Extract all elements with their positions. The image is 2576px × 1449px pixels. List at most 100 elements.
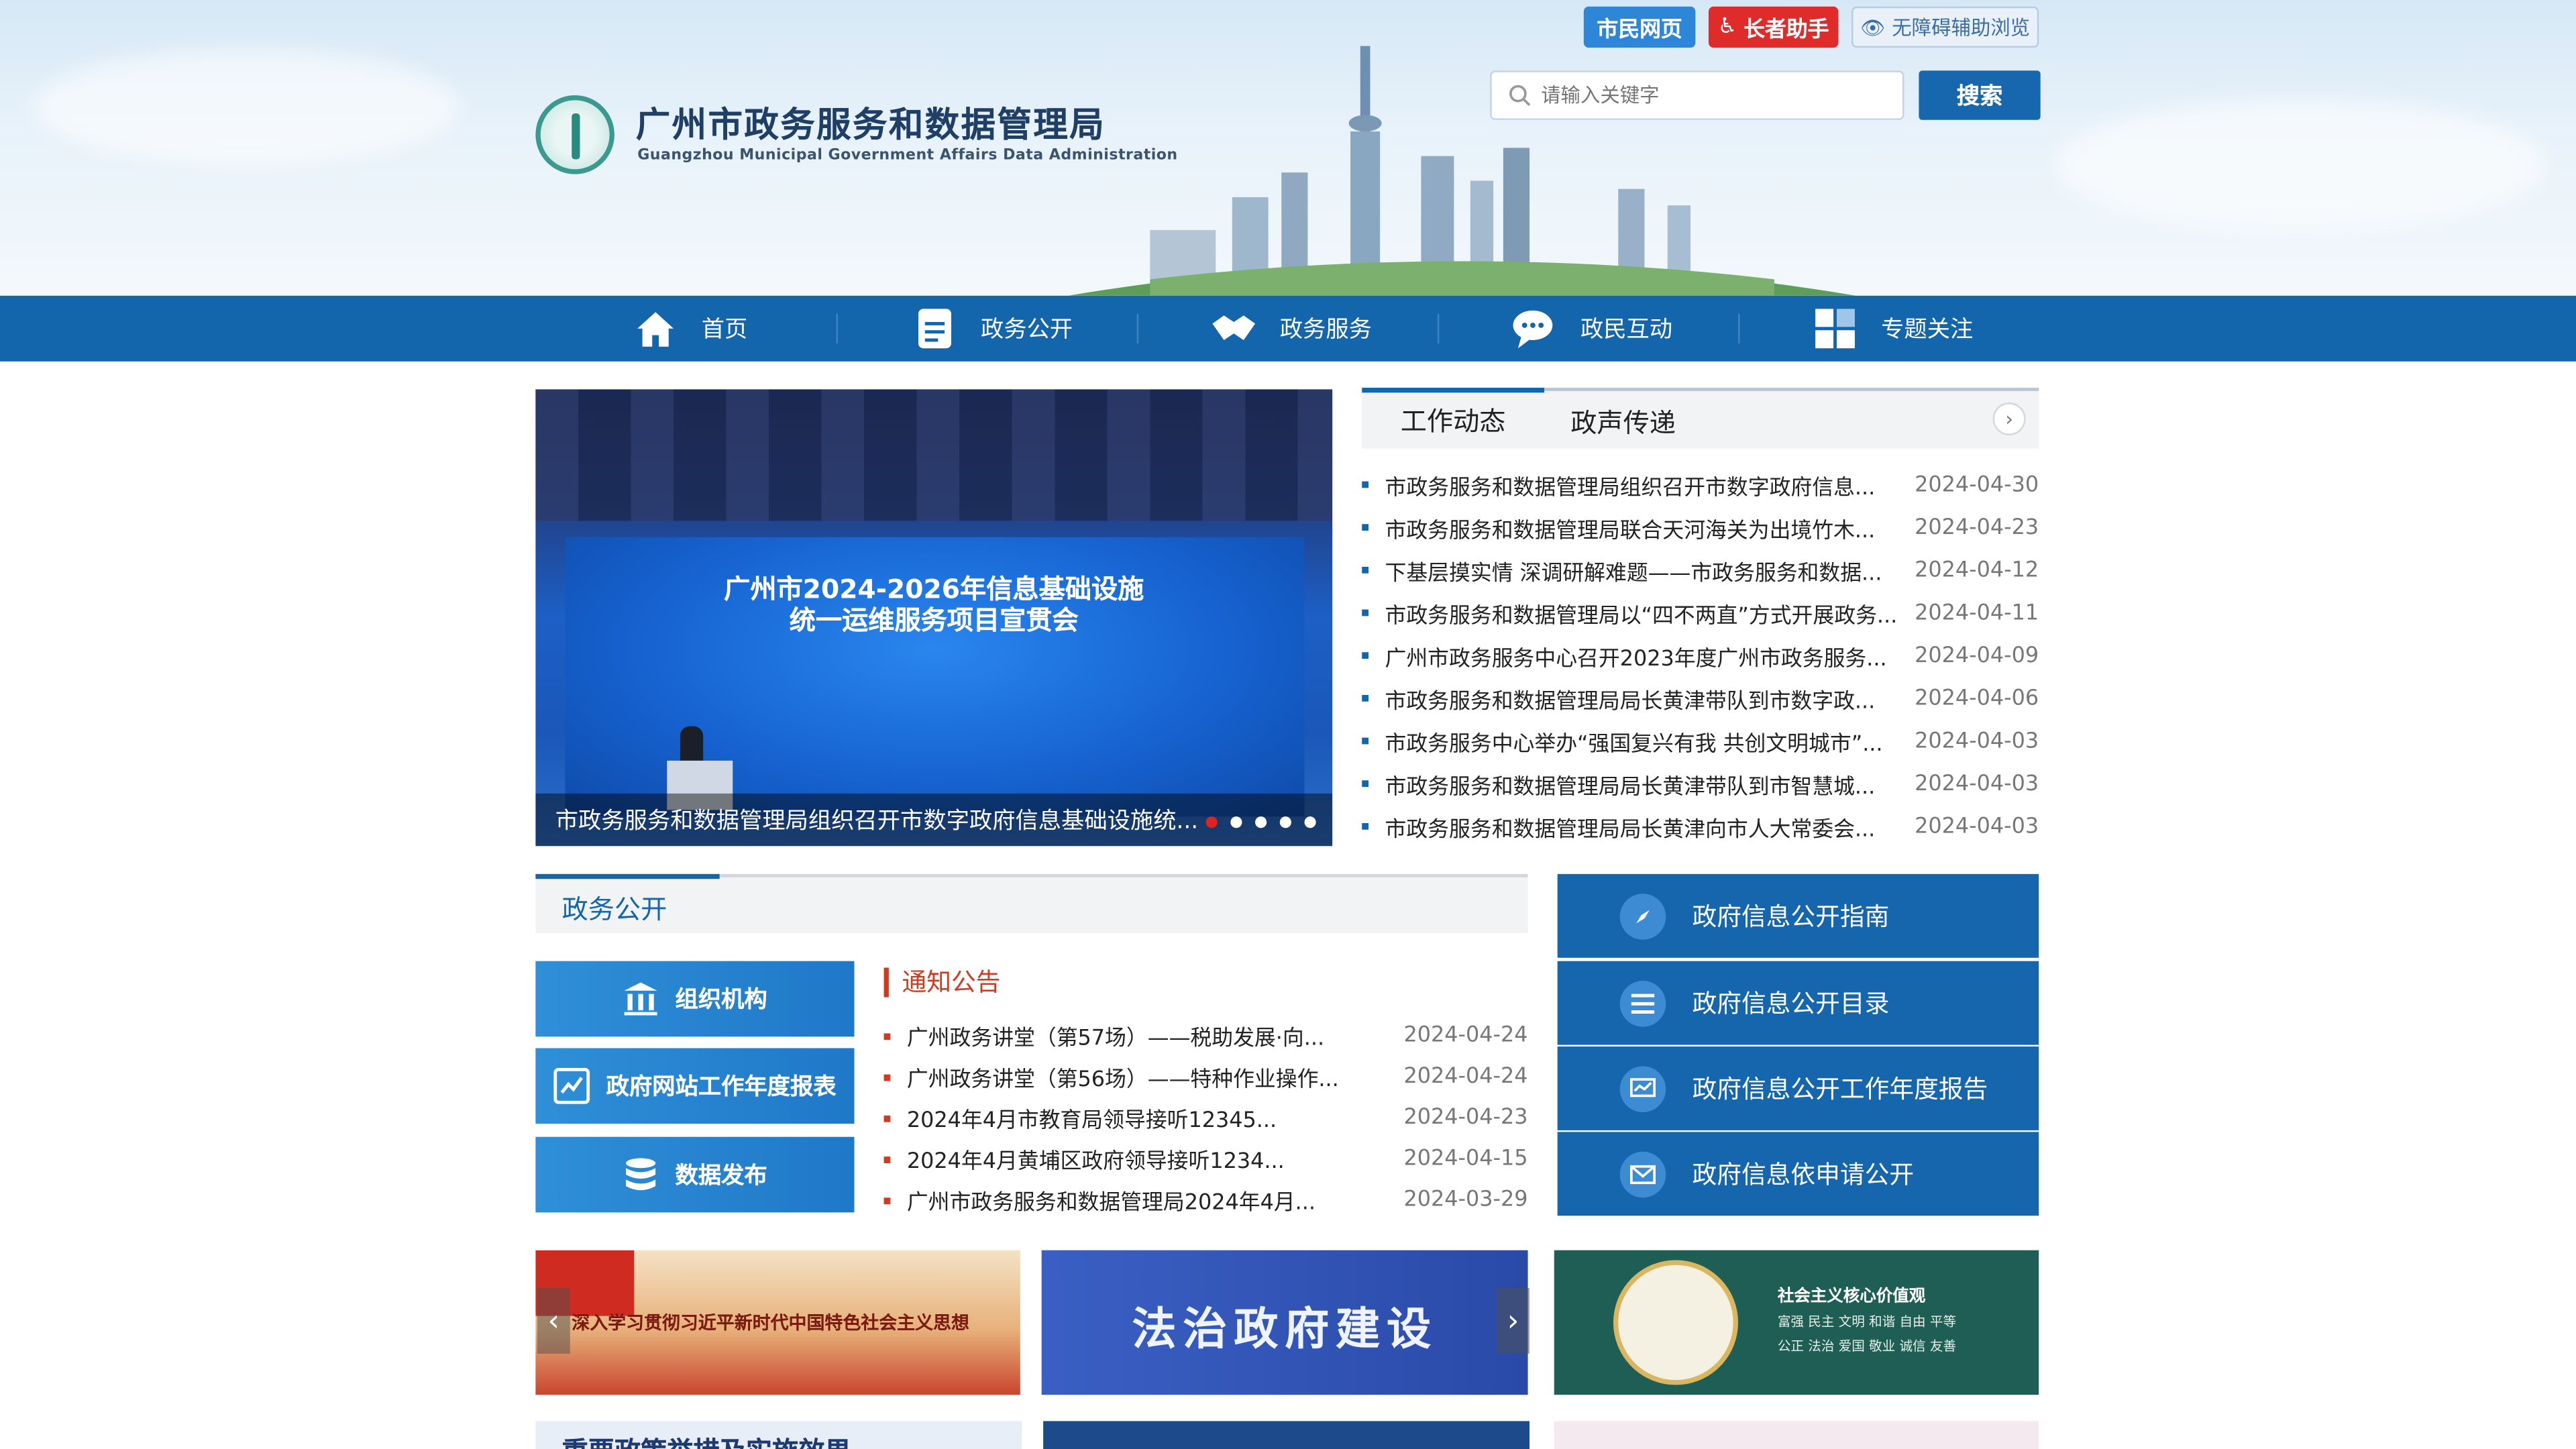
- organization-button[interactable]: 组织机构: [535, 961, 855, 1037]
- nav-divider: [1136, 313, 1139, 343]
- news-title[interactable]: 下基层摸实情 深调研解难题——市政务服务和数据...: [1385, 555, 1911, 586]
- news-date: 2024-04-11: [1915, 600, 2039, 625]
- info-request-link[interactable]: 政府信息依申请公开: [1557, 1132, 2039, 1216]
- core-values-banner[interactable]: 社会主义核心价值观 富强 民主 文明 和谐 自由 平等 公正 法治 爱国 敬业 …: [1554, 1250, 2039, 1395]
- tab-work-news[interactable]: 工作动态: [1362, 387, 1545, 445]
- carousel-dot[interactable]: [1230, 816, 1242, 828]
- elderly-assistant-label: 长者助手: [1743, 17, 1829, 43]
- accessibility-button[interactable]: 👁 无障碍辅助浏览: [1851, 6, 2039, 48]
- policy-banner[interactable]: 重要政策举措及实施效果: [535, 1421, 1022, 1449]
- news-date: 2024-04-30: [1915, 472, 2039, 497]
- promo-banner[interactable]: [1554, 1421, 2039, 1449]
- list-item[interactable]: 市政务服务和数据管理局局长黄津带队到市数字政... 2024-04-06: [1362, 677, 2039, 720]
- notice-item-title[interactable]: 广州政务讲堂（第57场）——税助发展·向...: [907, 1020, 1324, 1052]
- list-item[interactable]: 市政务服务和数据管理局联合天河海关为出境竹木... 2024-04-23: [1362, 506, 2039, 549]
- compass-icon: [1619, 893, 1666, 939]
- nav-special-topics[interactable]: 专题关注: [1812, 296, 1973, 362]
- news-title[interactable]: 市政务服务和数据管理局联合天河海关为出境竹木...: [1385, 512, 1911, 543]
- news-date: 2024-04-03: [1915, 814, 2039, 839]
- banner-3-title: 社会主义核心价值观: [1777, 1288, 1926, 1306]
- monitor-chart-icon: [1619, 1065, 1666, 1112]
- carousel-dot[interactable]: [1255, 816, 1267, 828]
- carousel-dot[interactable]: [1279, 816, 1291, 828]
- bullet: [1362, 737, 1369, 745]
- tab-policy-voice[interactable]: 政声传递: [1570, 391, 1676, 449]
- government-emblem-logo: [535, 95, 614, 174]
- list-item[interactable]: 广州市政务服务和数据管理局2024年4月... 2024-03-29: [883, 1179, 1528, 1220]
- organization-label: 组织机构: [675, 987, 767, 1014]
- bullet: [1362, 822, 1369, 830]
- list-item[interactable]: 下基层摸实情 深调研解难题——市政务服务和数据... 2024-04-12: [1362, 549, 2039, 592]
- elderly-assistant-button[interactable]: ♿ 长者助手: [1708, 6, 1839, 48]
- list-item[interactable]: 2024年4月黄埔区政府领导接听1234... 2024-04-15: [883, 1138, 1528, 1179]
- bullet: [1362, 780, 1369, 788]
- news-date: 2024-04-03: [1915, 771, 2039, 796]
- news-title[interactable]: 市政务服务中心举办“强国复兴有我 共创文明城市”...: [1385, 725, 1911, 757]
- notice-item-title[interactable]: 广州市政务服务和数据管理局2024年4月...: [907, 1185, 1316, 1216]
- list-item[interactable]: 广州市政务服务中心召开2023年度广州市政务服务... 2024-04-09: [1362, 634, 2039, 677]
- news-title[interactable]: 市政务服务和数据管理局局长黄津向市人大常委会...: [1385, 811, 1911, 842]
- news-list: 市政务服务和数据管理局组织召开市数字政府信息... 2024-04-30 市政务服…: [1362, 464, 2039, 848]
- main-navigation: 首页 政务公开 政务服务 政民互动 专题关注: [0, 295, 2576, 362]
- list-item[interactable]: 市政务服务和数据管理局局长黄津向市人大常委会... 2024-04-03: [1362, 805, 2039, 848]
- list-icon: [1619, 979, 1666, 1026]
- nav-special-topics-label: 专题关注: [1881, 317, 1974, 343]
- bridge-medallion-image: [1613, 1260, 1739, 1385]
- list-item[interactable]: 市政务服务和数据管理局以“四不两直”方式开展政务... 2024-04-11: [1362, 592, 2039, 635]
- news-date: 2024-04-03: [1915, 729, 2039, 753]
- data-release-label: 数据发布: [675, 1163, 767, 1190]
- notice-date: 2024-04-24: [1403, 1023, 1528, 1049]
- list-item[interactable]: 市政务服务和数据管理局组织召开市数字政府信息... 2024-04-30: [1362, 464, 2039, 506]
- info-disclosure-annual-report-link[interactable]: 政府信息公开工作年度报告: [1557, 1046, 2039, 1130]
- site-subtitle: Guangzhou Municipal Government Affairs D…: [637, 148, 1178, 164]
- bullet: [1362, 566, 1369, 574]
- chevron-left-icon[interactable]: ‹: [537, 1288, 570, 1354]
- nav-home[interactable]: 首页: [633, 296, 747, 362]
- notice-list: 广州政务讲堂（第57场）——税助发展·向... 2024-04-24 广州政务讲堂…: [883, 1015, 1528, 1220]
- cloud-decoration: [2053, 98, 2546, 230]
- news-date: 2024-04-23: [1915, 515, 2039, 540]
- news-title[interactable]: 市政务服务和数据管理局组织召开市数字政府信息...: [1385, 469, 1911, 500]
- notice-item-title[interactable]: 广州政务讲堂（第56场）——特种作业操作...: [907, 1061, 1339, 1093]
- bullet: [1362, 652, 1369, 659]
- stage-lights-image: [535, 389, 1333, 521]
- notice-item-title[interactable]: 2024年4月黄埔区政府领导接听1234...: [907, 1144, 1285, 1175]
- carousel-dot[interactable]: [1205, 816, 1218, 828]
- news-carousel[interactable]: 广州市2024-2026年信息基础设施 统一运维服务项目宣贯会 市政务服务和数据…: [535, 389, 1333, 847]
- banner-4-text: 重要政策举措及实施效果: [562, 1430, 851, 1449]
- list-item[interactable]: 广州政务讲堂（第56场）——特种作业操作... 2024-04-24: [883, 1057, 1528, 1097]
- chevron-right-icon[interactable]: ›: [1992, 402, 2026, 435]
- notice-date: 2024-03-29: [1403, 1187, 1528, 1213]
- annual-report-button[interactable]: 政府网站工作年度报表: [535, 1048, 855, 1124]
- info-disclosure-guide-link[interactable]: 政府信息公开指南: [1557, 873, 2039, 958]
- search-button[interactable]: 搜索: [1919, 70, 2041, 120]
- list-item[interactable]: 2024年4月市教育局领导接听12345... 2024-04-23: [883, 1097, 1528, 1138]
- chevron-right-icon[interactable]: ›: [1497, 1288, 1530, 1354]
- carousel-dot[interactable]: [1304, 816, 1316, 828]
- list-item[interactable]: 广州政务讲堂（第57场）——税助发展·向... 2024-04-24: [883, 1015, 1528, 1056]
- gov-open-title[interactable]: 政务公开: [535, 873, 720, 933]
- screen-title-line1: 广州市2024-2026年信息基础设施: [724, 573, 1144, 605]
- promo-banner[interactable]: [1043, 1421, 1530, 1449]
- data-release-button[interactable]: 数据发布: [535, 1136, 855, 1213]
- notice-title[interactable]: 通知公告: [883, 967, 1000, 998]
- info-disclosure-catalog-link[interactable]: 政府信息公开目录: [1557, 961, 2039, 1045]
- nav-gov-service[interactable]: 政务服务: [1211, 296, 1372, 362]
- news-title[interactable]: 广州市政务服务中心召开2023年度广州市政务服务...: [1385, 640, 1911, 672]
- list-item[interactable]: 市政务服务中心举办“强国复兴有我 共创文明城市”... 2024-04-03: [1362, 720, 2039, 763]
- nav-divider: [836, 313, 838, 343]
- xi-thought-banner[interactable]: 深入学习贯彻习近平新时代中国特色社会主义思想: [535, 1250, 1020, 1395]
- list-item[interactable]: 市政务服务和数据管理局局长黄津带队到市智慧城... 2024-04-03: [1362, 762, 2039, 805]
- rule-of-law-banner[interactable]: 法治政府建设: [1041, 1250, 1528, 1395]
- citizen-page-button[interactable]: 市民网页: [1583, 6, 1696, 48]
- nav-interaction[interactable]: 政民互动: [1511, 296, 1672, 362]
- nav-gov-open[interactable]: 政务公开: [912, 296, 1073, 362]
- news-title[interactable]: 市政务服务和数据管理局局长黄津带队到市智慧城...: [1385, 768, 1911, 800]
- search-input[interactable]: [1541, 83, 1886, 107]
- banner-3-values: 富强 民主 文明 和谐 自由 平等 公正 法治 爱国 敬业 诚信 友善: [1777, 1314, 1957, 1354]
- nav-home-label: 首页: [701, 317, 748, 343]
- news-title[interactable]: 市政务服务和数据管理局以“四不两直”方式开展政务...: [1385, 597, 1911, 629]
- news-title[interactable]: 市政务服务和数据管理局局长黄津带队到市数字政...: [1385, 683, 1911, 714]
- notice-item-title[interactable]: 2024年4月市教育局领导接听12345...: [907, 1102, 1277, 1134]
- document-icon: [912, 306, 958, 352]
